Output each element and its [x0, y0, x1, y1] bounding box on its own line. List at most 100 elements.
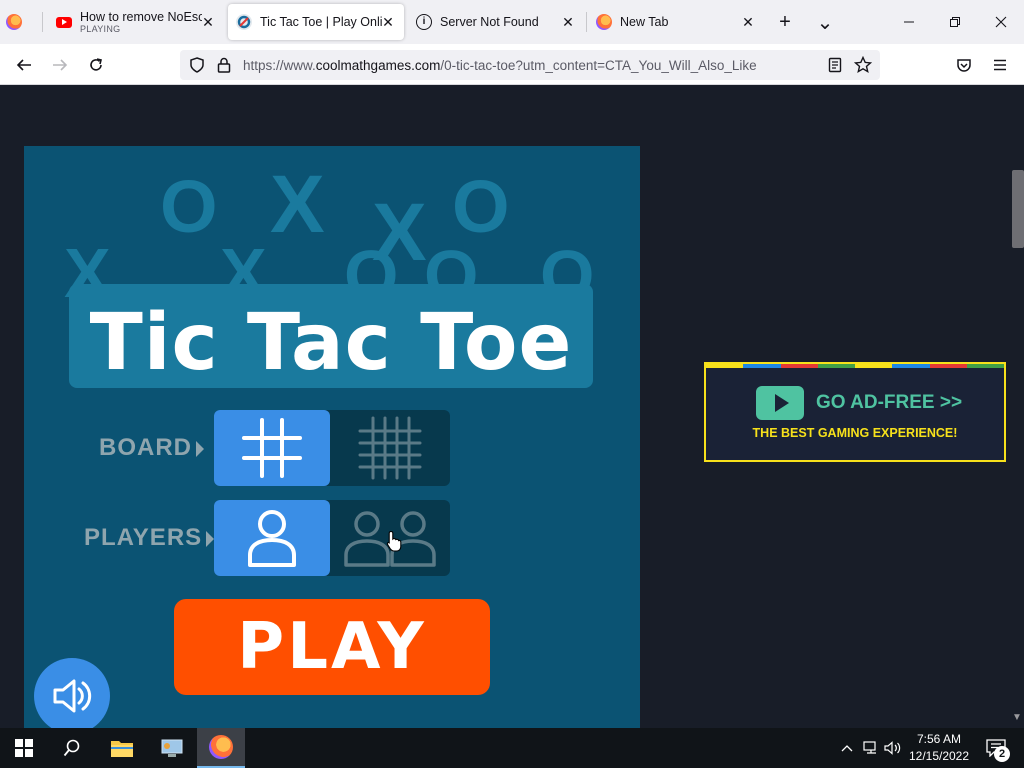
tab-server-not-found[interactable]: i Server Not Found ✕: [408, 4, 584, 40]
tab-title: Server Not Found: [440, 15, 539, 29]
tab-playing-label: PLAYING: [80, 24, 121, 34]
players-selector: [214, 500, 450, 576]
tab-new-tab[interactable]: New Tab ✕: [588, 4, 764, 40]
hand-cursor-icon: [386, 530, 402, 552]
stripe-segment: [966, 364, 1004, 368]
back-button[interactable]: [10, 52, 38, 78]
grid-3x3-icon: [242, 418, 302, 478]
app-menu-button[interactable]: [986, 52, 1014, 78]
search-button[interactable]: [48, 728, 96, 768]
control-panel-button[interactable]: [148, 728, 196, 768]
firefox-icon: [6, 14, 22, 30]
info-icon: i: [416, 14, 432, 30]
computer-settings-icon: [161, 739, 183, 757]
stripe-segment: [892, 364, 930, 368]
minimize-button[interactable]: [886, 0, 932, 44]
play-icon: [756, 386, 804, 420]
background-o-symbol: O: [452, 165, 510, 248]
go-ad-free-banner[interactable]: GO AD-FREE >> THE BEST GAMING EXPERIENCE…: [704, 362, 1006, 462]
ad-headline: GO AD-FREE >>: [816, 392, 963, 413]
tab-youtube[interactable]: How to remove NoEscape PLAYING ✕: [48, 4, 224, 40]
close-icon[interactable]: ✕: [200, 14, 216, 30]
close-window-button[interactable]: [978, 0, 1024, 44]
background-x-symbol: X: [270, 159, 325, 250]
system-clock[interactable]: 7:56 AM 12/15/2022: [900, 731, 978, 765]
search-icon: [63, 739, 80, 757]
tic-tac-toe-game[interactable]: O X O X X X O O O Tic Tac Toe BOARD PLAY…: [24, 146, 640, 728]
tab-tic-tac-toe[interactable]: Tic Tac Toe | Play Online ✕: [228, 4, 404, 40]
lock-icon[interactable]: [217, 57, 231, 78]
reload-button[interactable]: [82, 52, 110, 78]
action-center-button[interactable]: 2: [980, 728, 1012, 768]
notification-count-badge: 2: [994, 746, 1010, 762]
ad-subline: THE BEST GAMING EXPERIENCE!: [752, 426, 958, 440]
browser-tab-strip: How to remove NoEscape PLAYING ✕ Tic Tac…: [0, 0, 1024, 44]
scroll-down-arrow-icon[interactable]: ▼: [1012, 712, 1022, 723]
firefox-icon: [209, 735, 233, 759]
speaker-icon: [53, 679, 92, 713]
stripe-segment: [706, 364, 744, 368]
address-bar[interactable]: https://www.coolmathgames.com/0-tic-tac-…: [180, 50, 880, 80]
close-icon[interactable]: ✕: [380, 14, 396, 30]
game-title-banner: Tic Tac Toe: [69, 284, 593, 388]
navigation-toolbar: https://www.coolmathgames.com/0-tic-tac-…: [0, 44, 1024, 85]
maximize-button[interactable]: [932, 0, 978, 44]
reader-view-icon[interactable]: [828, 57, 842, 78]
stripe-segment: [743, 364, 781, 368]
bookmark-star-icon[interactable]: [853, 55, 873, 79]
close-icon[interactable]: ✕: [560, 14, 576, 30]
start-button[interactable]: [0, 728, 48, 768]
pocket-icon: [957, 59, 971, 72]
forward-button[interactable]: [46, 52, 74, 78]
grid-5x5-icon: [358, 416, 422, 480]
tab-title: Tic Tac Toe | Play Online: [260, 15, 382, 29]
ad-main-row: GO AD-FREE >>: [756, 386, 962, 420]
board-size-selector: [214, 410, 450, 486]
reload-icon: [90, 58, 102, 71]
firefox-icon: [596, 14, 612, 30]
clock-time: 7:56 AM: [916, 732, 962, 746]
close-icon: [995, 16, 1007, 28]
board-label: BOARD: [99, 434, 204, 462]
minimize-icon: [904, 21, 914, 23]
game-title: Tic Tac Toe: [89, 298, 573, 388]
list-all-tabs-button[interactable]: ⌄: [802, 0, 848, 44]
one-player-option[interactable]: [214, 500, 330, 576]
youtube-icon: [56, 16, 72, 28]
url-text[interactable]: https://www.coolmathgames.com/0-tic-tac-…: [243, 58, 757, 73]
background-o-symbol: O: [160, 165, 218, 248]
stripe-segment: [855, 364, 893, 368]
folder-icon: [111, 741, 133, 757]
sound-toggle-button[interactable]: [34, 658, 110, 728]
stripe-segment: [817, 364, 855, 368]
board-3x3-option[interactable]: [214, 410, 330, 486]
play-button[interactable]: PLAY: [174, 599, 490, 695]
show-hidden-icons-button[interactable]: [836, 728, 858, 768]
windows-taskbar: 7:56 AM 12/15/2022 2: [0, 728, 1024, 768]
arrow-left-icon: [16, 59, 31, 71]
firefox-taskbar-button[interactable]: [197, 728, 245, 768]
chevron-up-icon: [841, 745, 853, 752]
single-user-icon: [248, 510, 296, 567]
close-icon[interactable]: ✕: [740, 14, 756, 30]
firefox-view-button[interactable]: [6, 4, 36, 40]
ad-color-stripe: [706, 364, 1004, 368]
restore-icon: [950, 17, 960, 27]
stripe-segment: [780, 364, 818, 368]
file-explorer-button[interactable]: [98, 728, 146, 768]
arrow-right-icon: [53, 59, 68, 71]
pocket-button[interactable]: [950, 52, 978, 78]
network-icon: [863, 741, 876, 754]
scrollbar-thumb[interactable]: [1012, 170, 1024, 248]
hamburger-menu-icon: [994, 59, 1006, 71]
board-5x5-option[interactable]: [332, 410, 448, 486]
shield-icon[interactable]: [189, 57, 205, 78]
tab-title: How to remove NoEscape: [80, 10, 202, 24]
stripe-segment: [929, 364, 967, 368]
tab-title: New Tab: [620, 15, 669, 29]
page-scrollbar[interactable]: ▼: [1006, 86, 1024, 728]
clock-date: 12/15/2022: [908, 749, 970, 763]
coolmath-icon: [236, 14, 252, 30]
network-button[interactable]: [860, 728, 882, 768]
page-content: O X O X X X O O O Tic Tac Toe BOARD PLAY…: [0, 86, 1024, 728]
